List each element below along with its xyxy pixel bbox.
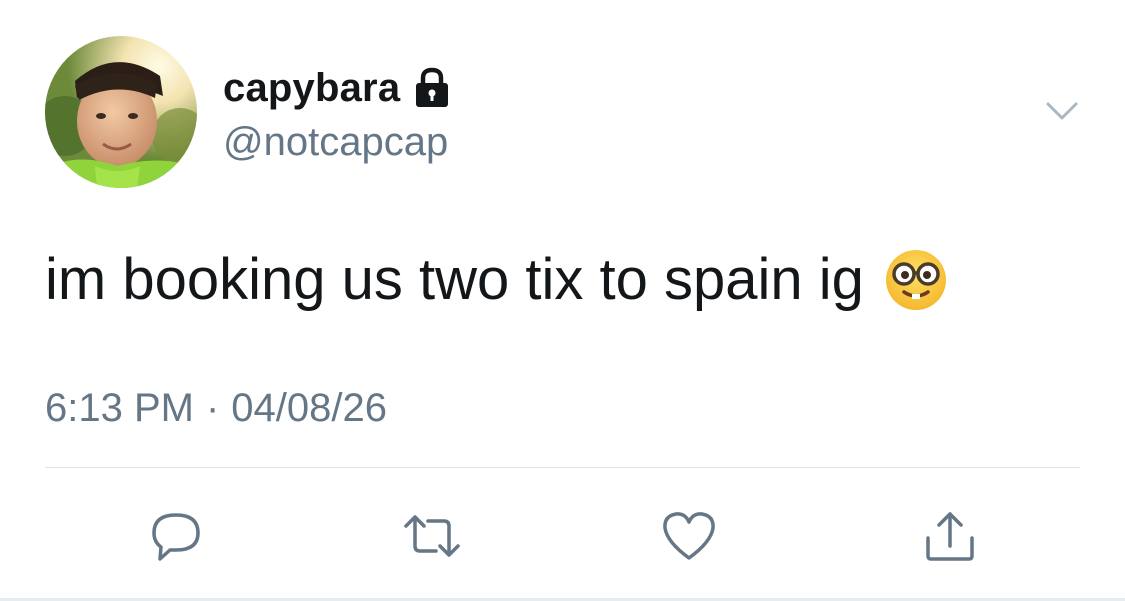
display-name[interactable]: capybara (223, 64, 452, 112)
nerd-face-emoji-icon (884, 248, 948, 312)
reply-button[interactable] (144, 504, 208, 568)
tweet-date[interactable]: 04/08/26 (231, 384, 387, 432)
divider (45, 467, 1080, 468)
share-upload-icon (926, 512, 974, 561)
retweet-arrows-icon (404, 515, 460, 557)
like-button[interactable] (657, 504, 721, 568)
tweet-text-content: im booking us two tix to spain ig (45, 247, 864, 312)
lock-icon (412, 66, 452, 110)
retweet-button[interactable] (400, 504, 464, 568)
avatar-photo (45, 36, 197, 188)
tweet-card: capybara @notcapcap im booking us two ti… (0, 0, 1125, 601)
tweet-time[interactable]: 6:13 PM (45, 384, 194, 432)
share-button[interactable] (918, 504, 982, 568)
heart-icon (663, 512, 715, 560)
tweet-text: im booking us two tix to spain ig (45, 246, 948, 314)
speech-bubble-icon (152, 513, 200, 561)
meta-separator: · (205, 386, 220, 430)
display-name-text: capybara (223, 66, 401, 110)
user-handle[interactable]: @notcapcap (223, 118, 448, 166)
tweet-meta: 6:13 PM · 04/08/26 (45, 384, 387, 432)
avatar[interactable] (45, 36, 197, 188)
chevron-down-icon[interactable] (1042, 98, 1082, 126)
